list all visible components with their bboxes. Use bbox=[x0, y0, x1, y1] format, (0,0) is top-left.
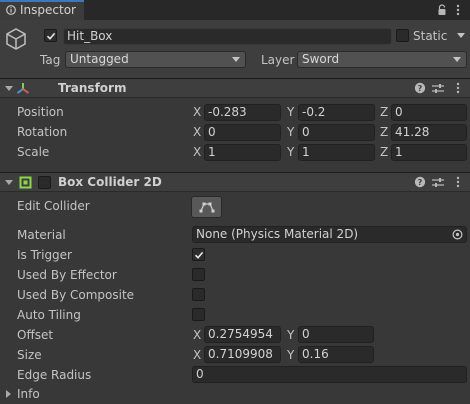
active-checkbox[interactable] bbox=[44, 29, 57, 42]
axis-y-label: Y bbox=[287, 105, 295, 119]
foldout-arrow[interactable] bbox=[5, 86, 13, 91]
tag-label: Tag bbox=[40, 53, 61, 67]
transform-title: Transform bbox=[58, 81, 127, 95]
edit-shape-icon bbox=[199, 202, 215, 213]
is-trigger-label: Is Trigger bbox=[17, 248, 72, 262]
edit-collider-label: Edit Collider bbox=[17, 199, 90, 213]
axis-z-label: Z bbox=[380, 125, 389, 139]
chevron-down-icon bbox=[232, 57, 240, 62]
chevron-down-icon bbox=[453, 57, 461, 62]
info-label[interactable]: Info bbox=[17, 387, 40, 401]
offset-x-field[interactable]: 0.2754954 bbox=[204, 326, 281, 343]
collider-title: Box Collider 2D bbox=[58, 175, 162, 189]
position-z-field[interactable]: 0 bbox=[391, 104, 467, 121]
edge-radius-field[interactable]: 0 bbox=[192, 366, 467, 383]
edit-collider-button[interactable] bbox=[191, 196, 222, 218]
size-label: Size bbox=[17, 348, 42, 362]
axis-y-label: Y bbox=[287, 328, 295, 342]
kebab-menu-icon[interactable] bbox=[456, 82, 460, 94]
offset-label: Offset bbox=[17, 328, 54, 342]
material-label: Material bbox=[17, 228, 66, 242]
axis-x-label: X bbox=[193, 145, 202, 159]
size-y-field[interactable]: 0.16 bbox=[298, 346, 374, 363]
scale-label: Scale bbox=[17, 145, 50, 159]
kebab-menu-icon[interactable] bbox=[456, 4, 460, 16]
layer-dropdown[interactable]: Sword bbox=[297, 51, 467, 68]
kebab-menu-icon[interactable] bbox=[456, 176, 460, 188]
lock-icon[interactable] bbox=[437, 4, 447, 16]
size-x-field[interactable]: 0.7109908 bbox=[204, 346, 281, 363]
auto-tiling-label: Auto Tiling bbox=[17, 308, 81, 322]
auto-tiling-checkbox[interactable] bbox=[192, 308, 205, 321]
scale-x-field[interactable]: 1 bbox=[204, 144, 281, 161]
object-picker-icon[interactable] bbox=[452, 229, 463, 240]
material-value: None (Physics Material 2D) bbox=[196, 227, 359, 241]
tab-bar: Inspector bbox=[0, 0, 470, 21]
box-collider-2d-header[interactable]: Box Collider 2D ? bbox=[0, 172, 470, 192]
static-checkbox[interactable] bbox=[396, 29, 409, 42]
axis-y-label: Y bbox=[287, 348, 295, 362]
position-x-field[interactable]: -0.283 bbox=[204, 104, 281, 121]
rotation-label: Rotation bbox=[17, 125, 68, 139]
axis-x-label: X bbox=[193, 348, 202, 362]
help-icon[interactable]: ? bbox=[414, 82, 426, 94]
collider-enabled-checkbox[interactable] bbox=[38, 176, 51, 189]
transform-header[interactable]: Transform ? bbox=[0, 78, 470, 98]
static-dropdown-arrow[interactable] bbox=[457, 33, 465, 38]
box-collider-icon bbox=[19, 176, 32, 189]
axis-z-label: Z bbox=[380, 105, 389, 119]
axis-z-label: Z bbox=[380, 145, 389, 159]
static-label: Static bbox=[413, 29, 448, 43]
offset-y-field[interactable]: 0 bbox=[298, 326, 374, 343]
axis-x-label: X bbox=[193, 328, 202, 342]
rotation-z-field[interactable]: 41.28 bbox=[391, 124, 467, 141]
material-field[interactable]: None (Physics Material 2D) bbox=[192, 226, 467, 243]
rotation-x-field[interactable]: 0 bbox=[204, 124, 281, 141]
gameobject-cube-icon bbox=[6, 28, 26, 50]
tab-label: Inspector bbox=[20, 3, 76, 17]
transform-icon bbox=[16, 83, 30, 94]
axis-y-label: Y bbox=[287, 125, 295, 139]
presets-icon[interactable] bbox=[432, 177, 444, 188]
used-by-composite-label: Used By Composite bbox=[17, 288, 135, 302]
help-icon[interactable]: ? bbox=[414, 176, 426, 188]
tag-dropdown[interactable]: Untagged bbox=[65, 51, 246, 68]
used-by-composite-checkbox[interactable] bbox=[192, 288, 205, 301]
used-by-effector-checkbox[interactable] bbox=[192, 268, 205, 281]
object-name-field[interactable]: Hit_Box bbox=[63, 28, 392, 45]
rotation-y-field[interactable]: 0 bbox=[298, 124, 375, 141]
scale-y-field[interactable]: 1 bbox=[298, 144, 375, 161]
axis-x-label: X bbox=[193, 105, 202, 119]
info-icon bbox=[6, 5, 16, 15]
svg-text:?: ? bbox=[418, 178, 423, 187]
tag-value: Untagged bbox=[70, 52, 129, 66]
axis-x-label: X bbox=[193, 125, 202, 139]
scale-z-field[interactable]: 1 bbox=[391, 144, 467, 161]
used-by-effector-label: Used By Effector bbox=[17, 268, 117, 282]
layer-label: Layer bbox=[261, 53, 295, 67]
position-y-field[interactable]: -0.2 bbox=[298, 104, 375, 121]
layer-value: Sword bbox=[302, 52, 340, 66]
info-foldout-arrow[interactable] bbox=[6, 390, 11, 398]
presets-icon[interactable] bbox=[432, 83, 444, 94]
foldout-arrow[interactable] bbox=[5, 180, 13, 185]
axis-y-label: Y bbox=[287, 145, 295, 159]
svg-text:?: ? bbox=[418, 84, 423, 93]
edge-radius-label: Edge Radius bbox=[17, 368, 92, 382]
is-trigger-checkbox[interactable] bbox=[192, 248, 205, 261]
position-label: Position bbox=[17, 105, 64, 119]
tab-inspector[interactable]: Inspector bbox=[0, 0, 84, 21]
